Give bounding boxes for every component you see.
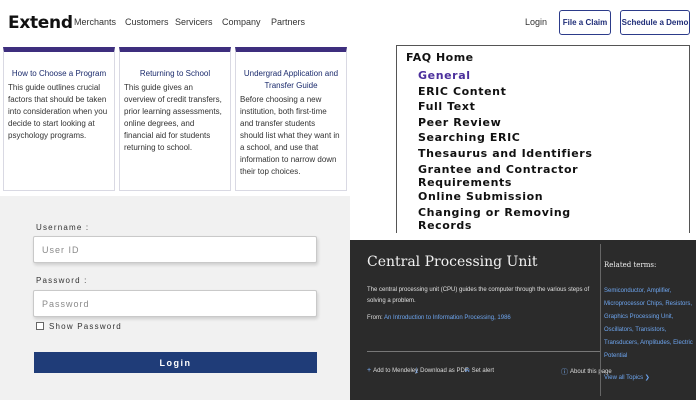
related-terms-heading: Related terms: [604,261,657,269]
extend-navbar: Extend Merchants Customers Servicers Com… [0,0,700,46]
faq-item-thesaurus[interactable]: Thesaurus and Identifiers [418,147,592,161]
divider [367,351,601,352]
schedule-demo-button[interactable]: Schedule a Demo [620,10,690,35]
faq-item-full-text[interactable]: Full Text [418,100,475,114]
faq-item-changing-removing-cont[interactable]: Records [418,219,472,233]
faq-item-general[interactable]: General [418,69,471,83]
bell-icon: ⍾ [465,367,470,374]
sidebar-divider [600,244,601,396]
download-pdf-label: Download as PDF [420,368,469,374]
faq-item-searching-eric[interactable]: Searching ERIC [418,131,520,145]
faq-home-link[interactable]: FAQ Home [406,51,474,64]
set-alert-button[interactable]: ⍾ Set alert [465,367,494,375]
plus-icon: + [367,367,372,374]
login-button[interactable]: Login [34,352,317,373]
nav-login-link[interactable]: Login [525,17,547,27]
faq-item-online-submission[interactable]: Online Submission [418,190,543,204]
guide-card-returning-school[interactable]: Returning to School This guide gives an … [119,47,231,191]
show-password-label[interactable]: Show Password [49,322,122,331]
topic-title: Central Processing Unit [367,254,538,270]
faq-item-grantee-contractor-cont[interactable]: Requirements [418,176,512,190]
card-title[interactable]: Undergrad Application and Transfer Guide [236,68,346,92]
faq-item-eric-content[interactable]: ERIC Content [418,85,506,99]
username-input[interactable] [33,236,317,263]
faq-item-grantee-contractor[interactable]: Grantee and Contractor [418,163,578,177]
source-label: From: [367,315,383,321]
set-alert-label: Set alert [471,368,494,374]
add-mendeley-label: Add to Mendeley [373,367,419,374]
password-input[interactable] [33,290,317,317]
nav-link-partners[interactable]: Partners [271,17,305,27]
topic-source: From: An Introduction to Information Pro… [367,315,511,321]
download-icon: ⤓ [415,367,419,374]
card-body: This guide gives an overview of credit t… [124,83,222,152]
file-claim-button[interactable]: File a Claim [559,10,611,35]
info-icon: ⓘ [561,369,568,376]
card-title[interactable]: How to Choose a Program [4,68,114,80]
related-terms-list[interactable]: Semiconductor, Amplifier, Microprocessor… [604,285,696,363]
extend-logo[interactable]: Extend [8,13,73,33]
faq-item-peer-review[interactable]: Peer Review [418,116,501,130]
nav-link-company[interactable]: Company [222,17,261,27]
card-body: Before choosing a new institution, both … [240,95,340,176]
password-label: Password : [36,276,88,285]
username-label: Username : [36,223,90,232]
nav-link-merchants[interactable]: Merchants [74,17,116,27]
download-pdf-button[interactable]: ⤓ Download as PDF [415,367,468,375]
card-title[interactable]: Returning to School [120,68,230,80]
add-mendeley-button[interactable]: + Add to Mendeley [367,367,418,374]
show-password-checkbox[interactable] [36,322,44,330]
guide-card-choose-program[interactable]: How to Choose a Program This guide outli… [3,47,115,191]
source-link[interactable]: An Introduction to Information Processin… [384,315,511,321]
view-all-topics-link[interactable]: View all Topics ❯ [604,374,650,381]
faq-item-changing-removing[interactable]: Changing or Removing [418,206,571,220]
nav-link-servicers[interactable]: Servicers [175,17,213,27]
card-body: This guide outlines crucial factors that… [8,83,108,140]
guide-card-undergrad-transfer[interactable]: Undergrad Application and Transfer Guide… [235,47,347,191]
topic-description: The central processing unit (CPU) guides… [367,287,590,304]
nav-link-customers[interactable]: Customers [125,17,169,27]
